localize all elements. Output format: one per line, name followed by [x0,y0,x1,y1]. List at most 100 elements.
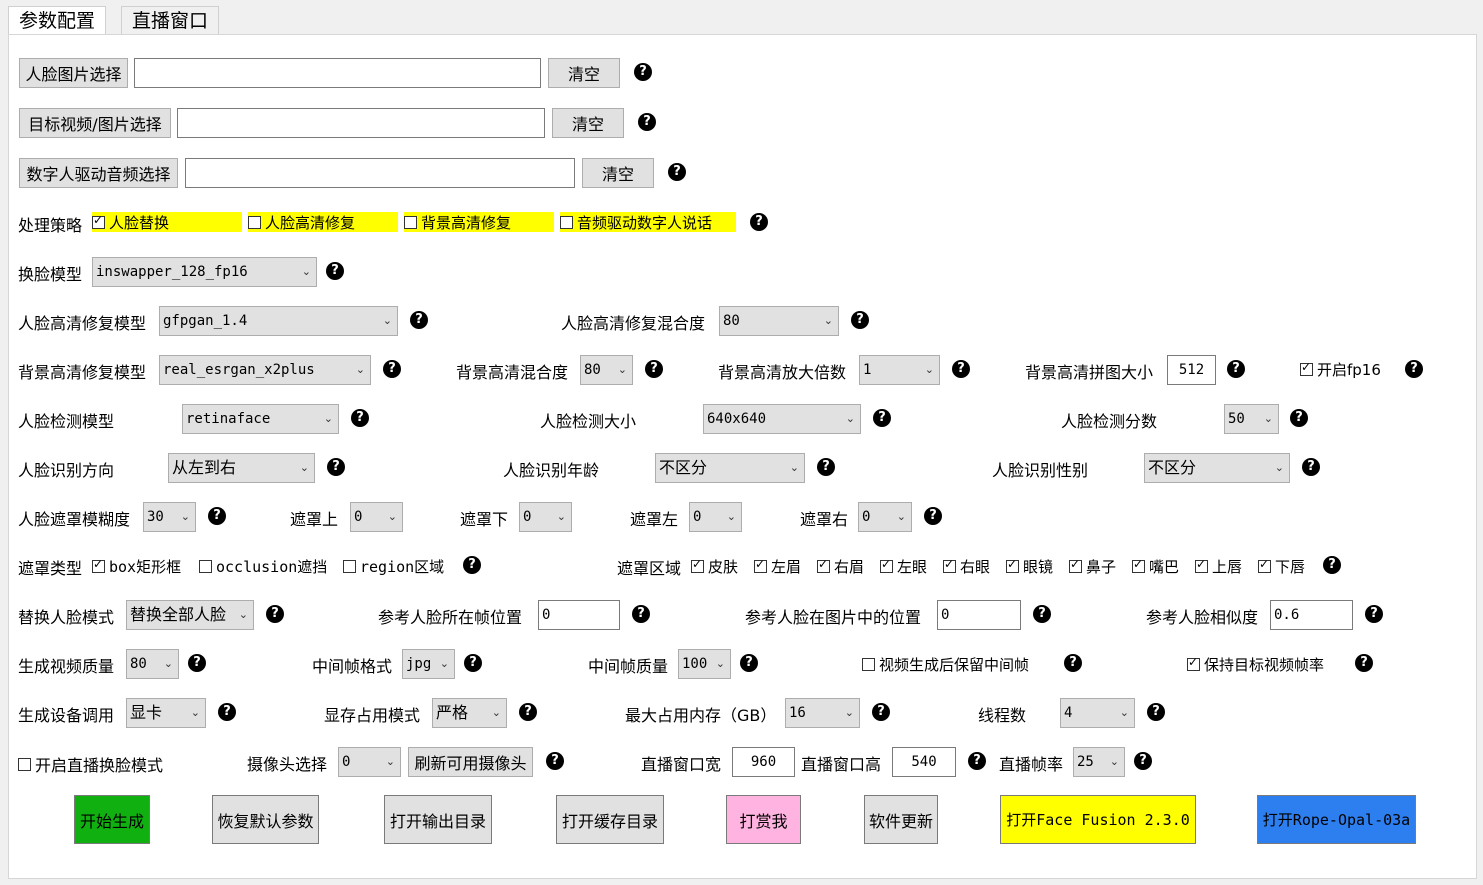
strategy-audio-driven-checkbox[interactable]: 音频驱动数字人说话 [560,212,736,232]
swap-model-select[interactable]: inswapper_128_fp16 ⌄ [92,257,317,287]
tab-params[interactable]: 参数配置 [8,6,107,36]
open-cache-dir-button[interactable]: 打开缓存目录 [556,795,664,844]
help-icon[interactable]: ? [327,458,345,476]
recog-age-select[interactable]: 不区分 ⌄ [655,453,805,483]
live-fps-select[interactable]: 25 ⌄ [1073,747,1125,777]
mask-top-select[interactable]: 0 ⌄ [350,502,403,532]
threads-select[interactable]: 4 ⌄ [1060,698,1135,728]
frame-format-select[interactable]: jpg ⌄ [402,649,455,679]
mask-left-select[interactable]: 0 ⌄ [689,502,742,532]
tab-live-window[interactable]: 直播窗口 [121,6,220,36]
help-icon[interactable]: ? [817,458,835,476]
target-path-input[interactable] [177,108,545,138]
keep-frames-checkbox[interactable]: 视频生成后保留中间帧 [862,654,1029,675]
help-icon[interactable]: ? [1290,409,1308,427]
region-glasses-checkbox[interactable]: 眼镜 [1006,556,1053,577]
region-right-brow-checkbox[interactable]: 右眉 [817,556,864,577]
target-select-button[interactable]: 目标视频/图片选择 [19,108,171,138]
mask-blur-select[interactable]: 30 ⌄ [143,502,196,532]
help-icon[interactable]: ? [351,409,369,427]
keep-fps-checkbox[interactable]: 保持目标视频帧率 [1187,654,1324,675]
help-icon[interactable]: ? [851,311,869,329]
open-rope-opal-button[interactable]: 打开Rope-Opal-03a [1257,795,1416,844]
bg-enhance-model-select[interactable]: real_esrgan_x2plus ⌄ [159,355,371,385]
ref-position-input[interactable]: 0 [937,600,1021,630]
live-width-input[interactable]: 960 [732,747,795,777]
software-update-button[interactable]: 软件更新 [864,795,938,844]
help-icon[interactable]: ? [638,113,656,131]
recog-gender-select[interactable]: 不区分 ⌄ [1144,453,1290,483]
help-icon[interactable]: ? [1064,654,1082,672]
help-icon[interactable]: ? [632,605,650,623]
help-icon[interactable]: ? [208,507,226,525]
replace-mode-select[interactable]: 替换全部人脸 ⌄ [126,600,254,630]
mask-type-occlusion-checkbox[interactable]: occlusion遮挡 [199,556,327,577]
strategy-face-enhance-checkbox[interactable]: 人脸高清修复 [248,212,398,232]
help-icon[interactable]: ? [546,752,564,770]
detect-score-select[interactable]: 50 ⌄ [1224,404,1279,434]
donate-button[interactable]: 打赏我 [726,795,801,844]
help-icon[interactable]: ? [464,654,482,672]
open-face-fusion-button[interactable]: 打开Face Fusion 2.3.0 [1000,795,1196,844]
help-icon[interactable]: ? [1033,605,1051,623]
help-icon[interactable]: ? [634,63,652,81]
bg-blend-select[interactable]: 80 ⌄ [580,355,633,385]
help-icon[interactable]: ? [383,360,401,378]
help-icon[interactable]: ? [1365,605,1383,623]
mask-right-select[interactable]: 0 ⌄ [858,502,912,532]
region-lower-lip-checkbox[interactable]: 下唇 [1258,556,1305,577]
recog-direction-select[interactable]: 从左到右 ⌄ [168,453,315,483]
ref-similarity-input[interactable]: 0.6 [1270,600,1353,630]
face-image-clear-button[interactable]: 清空 [548,58,620,88]
open-output-dir-button[interactable]: 打开输出目录 [384,795,492,844]
help-icon[interactable]: ? [750,213,768,231]
help-icon[interactable]: ? [1147,703,1165,721]
help-icon[interactable]: ? [326,262,344,280]
start-generate-button[interactable]: 开始生成 [74,795,150,844]
help-icon[interactable]: ? [873,409,891,427]
help-icon[interactable]: ? [668,163,686,181]
help-icon[interactable]: ? [1405,360,1423,378]
detect-size-select[interactable]: 640x640 ⌄ [703,404,861,434]
live-mode-checkbox[interactable]: 开启直播换脸模式 [18,752,163,776]
audio-select-button[interactable]: 数字人驱动音频选择 [19,158,178,188]
help-icon[interactable]: ? [1323,556,1341,574]
help-icon[interactable]: ? [218,703,236,721]
region-upper-lip-checkbox[interactable]: 上唇 [1195,556,1242,577]
reset-defaults-button[interactable]: 恢复默认参数 [212,795,319,844]
help-icon[interactable]: ? [1134,752,1152,770]
strategy-bg-enhance-checkbox[interactable]: 背景高清修复 [404,212,554,232]
region-right-eye-checkbox[interactable]: 右眼 [943,556,990,577]
region-left-eye-checkbox[interactable]: 左眼 [880,556,927,577]
face-image-path-input[interactable] [134,58,541,88]
help-icon[interactable]: ? [519,703,537,721]
bg-scale-select[interactable]: 1 ⌄ [859,355,940,385]
audio-clear-button[interactable]: 清空 [582,158,654,188]
bg-tile-input[interactable]: 512 [1167,355,1216,385]
help-icon[interactable]: ? [924,507,942,525]
camera-select[interactable]: 0 ⌄ [338,747,401,777]
live-height-input[interactable]: 540 [892,747,956,777]
detect-model-select[interactable]: retinaface ⌄ [182,404,339,434]
fp16-checkbox[interactable]: 开启fp16 [1300,359,1381,380]
region-left-brow-checkbox[interactable]: 左眉 [754,556,801,577]
help-icon[interactable]: ? [872,703,890,721]
face-enhance-blend-select[interactable]: 80 ⌄ [719,306,839,336]
help-icon[interactable]: ? [463,556,481,574]
refresh-camera-button[interactable]: 刷新可用摄像头 [408,747,533,777]
region-nose-checkbox[interactable]: 鼻子 [1069,556,1116,577]
audio-path-input[interactable] [185,158,575,188]
mask-type-box-checkbox[interactable]: box矩形框 [92,556,181,577]
face-image-select-button[interactable]: 人脸图片选择 [19,58,128,88]
region-mouth-checkbox[interactable]: 嘴巴 [1132,556,1179,577]
help-icon[interactable]: ? [410,311,428,329]
ref-frame-input[interactable]: 0 [538,600,620,630]
help-icon[interactable]: ? [1302,458,1320,476]
vram-mode-select[interactable]: 严格 ⌄ [432,698,507,728]
region-skin-checkbox[interactable]: 皮肤 [691,556,738,577]
device-select[interactable]: 显卡 ⌄ [126,698,206,728]
help-icon[interactable]: ? [968,752,986,770]
target-clear-button[interactable]: 清空 [552,108,624,138]
face-enhance-model-select[interactable]: gfpgan_1.4 ⌄ [159,306,398,336]
max-memory-select[interactable]: 16 ⌄ [785,698,860,728]
